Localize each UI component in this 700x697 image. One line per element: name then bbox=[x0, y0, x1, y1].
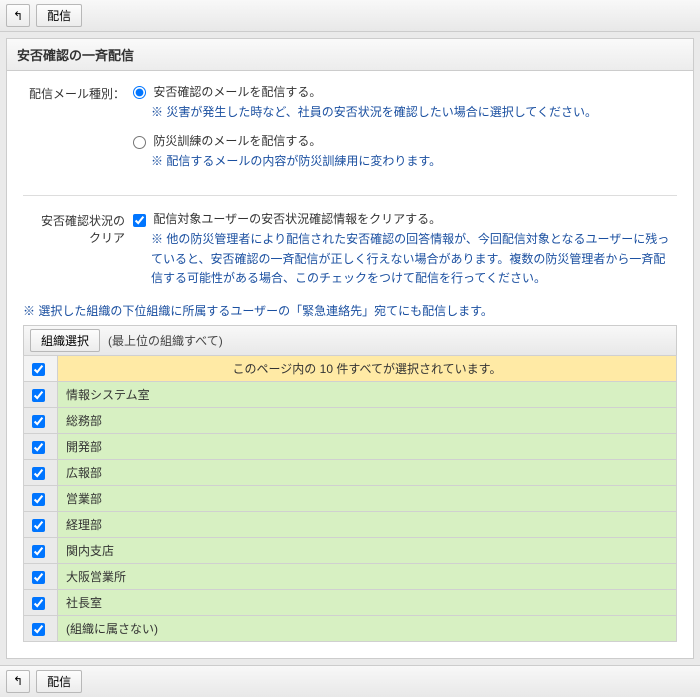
mail-type-option-safety-label: 安否確認のメールを配信する。 bbox=[153, 85, 321, 99]
clear-checkbox-text: 配信対象ユーザーの安否状況確認情報をクリアする。 bbox=[153, 212, 441, 226]
org-name: 総務部 bbox=[58, 407, 677, 433]
mail-type-label: 配信メール種別： bbox=[23, 83, 133, 181]
table-row: 社長室 bbox=[24, 589, 677, 615]
table-row: 情報システム室 bbox=[24, 381, 677, 407]
select-all-checkbox[interactable] bbox=[32, 363, 45, 376]
back-button[interactable]: ↰ bbox=[6, 4, 30, 27]
table-row: 大阪営業所 bbox=[24, 563, 677, 589]
clear-note: ※ 他の防災管理者により配信された安否確認の回答情報が、今回配信対象となるユーザ… bbox=[151, 230, 677, 288]
row-checkbox[interactable] bbox=[32, 493, 45, 506]
bottom-toolbar: ↰ 配信 bbox=[0, 665, 700, 697]
clear-checkbox-label[interactable]: 配信対象ユーザーの安否状況確認情報をクリアする。 bbox=[133, 212, 441, 226]
row-checkbox[interactable] bbox=[32, 467, 45, 480]
org-select-bar: 組織選択 (最上位の組織すべて) bbox=[23, 325, 677, 355]
send-button-top[interactable]: 配信 bbox=[36, 4, 82, 27]
clear-checkbox[interactable] bbox=[133, 214, 146, 227]
table-row: 広報部 bbox=[24, 459, 677, 485]
row-checkbox[interactable] bbox=[32, 519, 45, 532]
clear-label: 安否確認状況の クリア bbox=[23, 210, 133, 288]
org-name: 関内支店 bbox=[58, 537, 677, 563]
row-checkbox[interactable] bbox=[32, 597, 45, 610]
org-name: 情報システム室 bbox=[58, 381, 677, 407]
send-button-bottom[interactable]: 配信 bbox=[36, 670, 82, 693]
main-panel: 安否確認の一斉配信 配信メール種別： 安否確認のメールを配信する。 ※ 災害が発… bbox=[6, 38, 694, 659]
org-name: 大阪営業所 bbox=[58, 563, 677, 589]
org-table: このページ内の 10 件すべてが選択されています。 情報システム室総務部開発部広… bbox=[23, 355, 677, 642]
mail-type-radio-safety[interactable] bbox=[133, 86, 146, 99]
row-checkbox[interactable] bbox=[32, 545, 45, 558]
row-checkbox[interactable] bbox=[32, 441, 45, 454]
table-row: (組織に属さない) bbox=[24, 615, 677, 641]
mail-type-radio-drill[interactable] bbox=[133, 136, 146, 149]
mail-type-option-drill-label: 防災訓練のメールを配信する。 bbox=[153, 134, 321, 148]
org-header-row: このページ内の 10 件すべてが選択されています。 bbox=[24, 355, 677, 381]
mail-type-option-safety[interactable]: 安否確認のメールを配信する。 bbox=[133, 85, 321, 99]
org-name: 広報部 bbox=[58, 459, 677, 485]
mail-type-field: 配信メール種別： 安否確認のメールを配信する。 ※ 災害が発生した時など、社員の… bbox=[23, 83, 677, 181]
divider bbox=[23, 195, 677, 196]
mail-type-option-drill[interactable]: 防災訓練のメールを配信する。 bbox=[133, 134, 321, 148]
delivery-info-note: ※ 選択した組織の下位組織に所属するユーザーの「緊急連絡先」宛てにも配信します。 bbox=[23, 302, 677, 319]
mail-type-note-drill: ※ 配信するメールの内容が防災訓練用に変わります。 bbox=[151, 152, 677, 171]
org-name: (組織に属さない) bbox=[58, 615, 677, 641]
org-name: 営業部 bbox=[58, 485, 677, 511]
row-checkbox[interactable] bbox=[32, 623, 45, 636]
row-checkbox[interactable] bbox=[32, 415, 45, 428]
table-row: 総務部 bbox=[24, 407, 677, 433]
table-row: 関内支店 bbox=[24, 537, 677, 563]
table-row: 開発部 bbox=[24, 433, 677, 459]
org-name: 開発部 bbox=[58, 433, 677, 459]
org-select-button[interactable]: 組織選択 bbox=[30, 329, 100, 352]
panel-title: 安否確認の一斉配信 bbox=[7, 39, 693, 71]
org-name: 経理部 bbox=[58, 511, 677, 537]
org-name: 社長室 bbox=[58, 589, 677, 615]
mail-type-note-safety: ※ 災害が発生した時など、社員の安否状況を確認したい場合に選択してください。 bbox=[151, 103, 677, 122]
table-row: 営業部 bbox=[24, 485, 677, 511]
table-row: 経理部 bbox=[24, 511, 677, 537]
org-scope-text: (最上位の組織すべて) bbox=[108, 332, 223, 349]
selection-message: このページ内の 10 件すべてが選択されています。 bbox=[58, 355, 677, 381]
back-button-bottom[interactable]: ↰ bbox=[6, 670, 30, 693]
clear-field: 安否確認状況の クリア 配信対象ユーザーの安否状況確認情報をクリアする。 ※ 他… bbox=[23, 210, 677, 288]
row-checkbox[interactable] bbox=[32, 389, 45, 402]
top-toolbar: ↰ 配信 bbox=[0, 0, 700, 32]
row-checkbox[interactable] bbox=[32, 571, 45, 584]
